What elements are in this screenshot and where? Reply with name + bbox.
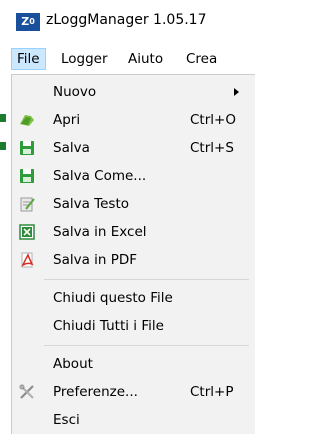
background-marker xyxy=(0,142,6,150)
menu-item-label: Esci xyxy=(53,412,80,428)
app-window: Z0 zLoggManager 1.05.17 File Logger Aiut… xyxy=(0,0,255,434)
menu-item-label: About xyxy=(53,356,93,372)
tools-icon xyxy=(19,384,35,400)
menu-item-apri[interactable]: Apri Ctrl+O xyxy=(12,109,254,131)
title-bar: Z0 zLoggManager 1.05.17 xyxy=(0,0,255,42)
menu-file[interactable]: File xyxy=(11,48,46,70)
menu-item-label: Salva Testo xyxy=(53,196,129,212)
menu-item-shortcut: Ctrl+O xyxy=(190,112,236,128)
menu-item-salva[interactable]: Salva Ctrl+S xyxy=(12,137,254,159)
background-marker xyxy=(0,114,6,122)
menu-item-label: Apri xyxy=(53,112,81,128)
menu-item-nuovo[interactable]: Nuovo xyxy=(12,81,254,103)
menu-item-label: Chiudi Tutti i File xyxy=(53,318,164,334)
menu-item-salva-pdf[interactable]: Salva in PDF xyxy=(12,249,254,271)
menu-item-label: Salva Come... xyxy=(53,168,147,184)
save-as-icon xyxy=(19,168,35,184)
window-title: zLoggManager 1.05.17 xyxy=(46,12,207,28)
menu-separator xyxy=(44,279,249,280)
menu-aiuto[interactable]: Aiuto xyxy=(123,48,168,70)
menu-item-salva-excel[interactable]: Salva in Excel xyxy=(12,221,254,243)
menu-item-shortcut: Ctrl+P xyxy=(190,384,234,400)
menu-item-salva-testo[interactable]: Salva Testo xyxy=(12,193,254,215)
save-icon xyxy=(19,140,35,156)
menu-separator xyxy=(44,345,249,346)
menu-item-label: Preferenze... xyxy=(53,384,138,400)
menu-item-preferenze[interactable]: Preferenze... Ctrl+P xyxy=(12,381,254,403)
menu-crea[interactable]: Crea xyxy=(181,48,222,70)
menu-logger[interactable]: Logger xyxy=(56,48,113,70)
submenu-arrow-icon xyxy=(234,88,239,96)
pdf-icon xyxy=(19,252,35,268)
menu-item-chiudi-file[interactable]: Chiudi questo File xyxy=(12,287,254,309)
menu-item-label: Nuovo xyxy=(53,84,97,100)
menu-bar: File Logger Aiuto Crea xyxy=(0,48,255,70)
background-window-edge xyxy=(0,76,10,434)
menu-item-label: Salva in PDF xyxy=(53,252,138,268)
app-logo-icon: Z0 xyxy=(16,13,40,31)
menu-item-label: Salva in Excel xyxy=(53,224,147,240)
file-dropdown-menu: Nuovo Apri Ctrl+O Salva Ctrl+S Salva Com… xyxy=(11,74,255,434)
menu-item-about[interactable]: About xyxy=(12,353,254,375)
text-document-icon xyxy=(19,196,35,212)
menu-item-salva-come[interactable]: Salva Come... xyxy=(12,165,254,187)
menu-item-shortcut: Ctrl+S xyxy=(190,140,234,156)
menu-item-esci[interactable]: Esci xyxy=(12,409,254,431)
open-folder-icon xyxy=(19,112,35,128)
excel-icon xyxy=(19,224,35,240)
menu-item-label: Chiudi questo File xyxy=(53,290,173,306)
menu-item-label: Salva xyxy=(53,140,90,156)
menu-item-chiudi-tutti[interactable]: Chiudi Tutti i File xyxy=(12,315,254,337)
